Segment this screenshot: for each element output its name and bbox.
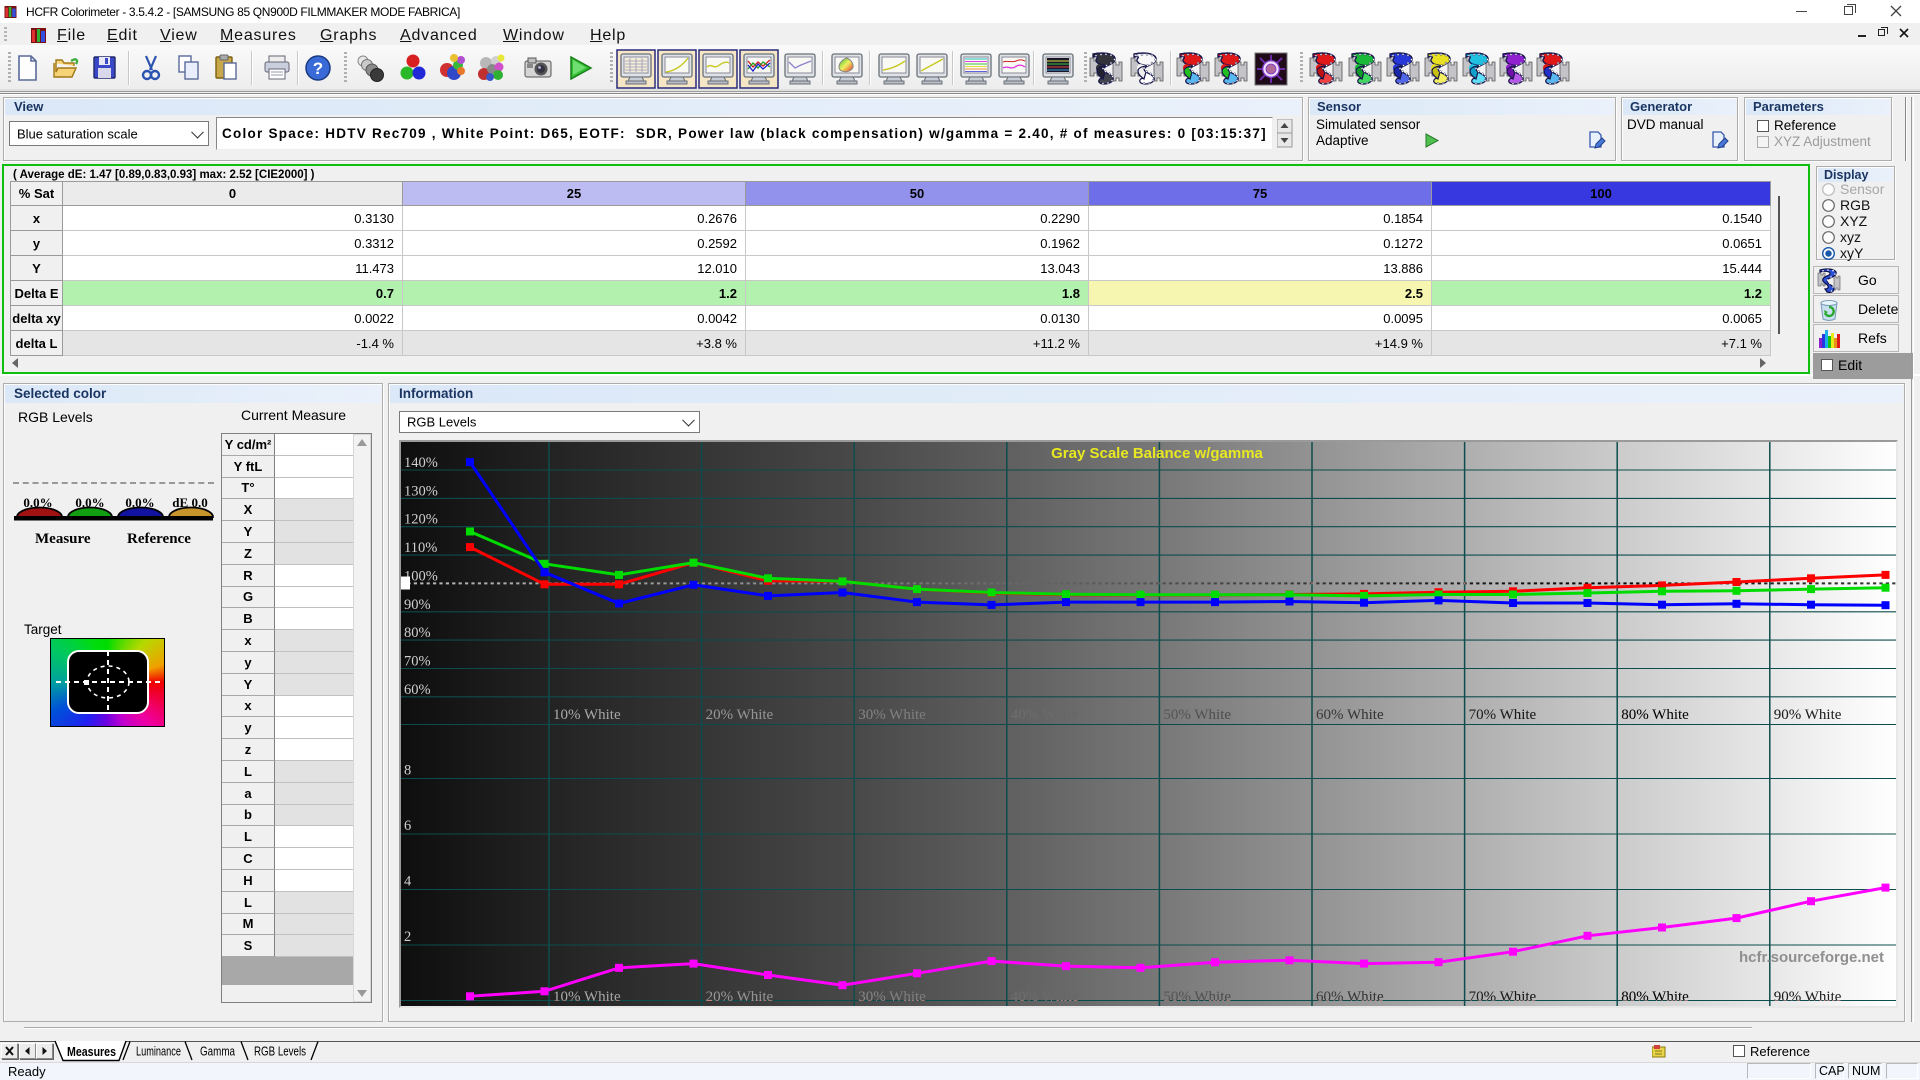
svg-text:140%: 140% [404,455,438,471]
svg-text:60%: 60% [404,682,431,698]
svg-text:90%: 90% [404,597,431,613]
svg-text:Gamma: Gamma [200,1045,235,1059]
svg-text:20% White: 20% White [706,707,774,723]
svg-text:30% White: 30% White [858,989,926,1005]
svg-text:4: 4 [404,874,412,890]
svg-text:RGB Levels: RGB Levels [254,1045,306,1059]
svg-text:50% White: 50% White [1163,707,1231,723]
svg-text:10% White: 10% White [553,989,621,1005]
svg-text:40% White: 40% White [1011,989,1079,1005]
svg-text:80%: 80% [404,625,431,641]
svg-text:20% White: 20% White [706,989,774,1005]
svg-text:30% White: 30% White [858,707,926,723]
svg-text:70% White: 70% White [1469,989,1537,1005]
svg-text:hcfr.sourceforge.net: hcfr.sourceforge.net [1739,949,1884,966]
svg-text:Luminance: Luminance [136,1045,181,1059]
svg-text:120%: 120% [404,512,438,528]
svg-text:70%: 70% [404,654,431,670]
svg-text:50% White: 50% White [1163,989,1231,1005]
svg-text:6: 6 [404,818,411,834]
svg-text:130%: 130% [404,483,438,499]
svg-text:60% White: 60% White [1316,989,1384,1005]
svg-text:10% White: 10% White [553,707,621,723]
svg-text:40% White: 40% White [1011,707,1079,723]
svg-text:90% White: 90% White [1774,707,1842,723]
svg-text:60% White: 60% White [1316,707,1384,723]
svg-text:80% White: 80% White [1621,989,1689,1005]
svg-text:?: ? [313,59,323,78]
svg-text:80% White: 80% White [1621,707,1689,723]
svg-text:70% White: 70% White [1469,707,1537,723]
svg-text:Measures: Measures [67,1044,116,1059]
svg-text:8: 8 [404,763,411,779]
svg-text:90% White: 90% White [1774,989,1842,1005]
svg-text:2: 2 [404,929,411,945]
svg-text:110%: 110% [404,540,437,556]
svg-text:Gray Scale Balance w/gamma: Gray Scale Balance w/gamma [1051,445,1263,462]
